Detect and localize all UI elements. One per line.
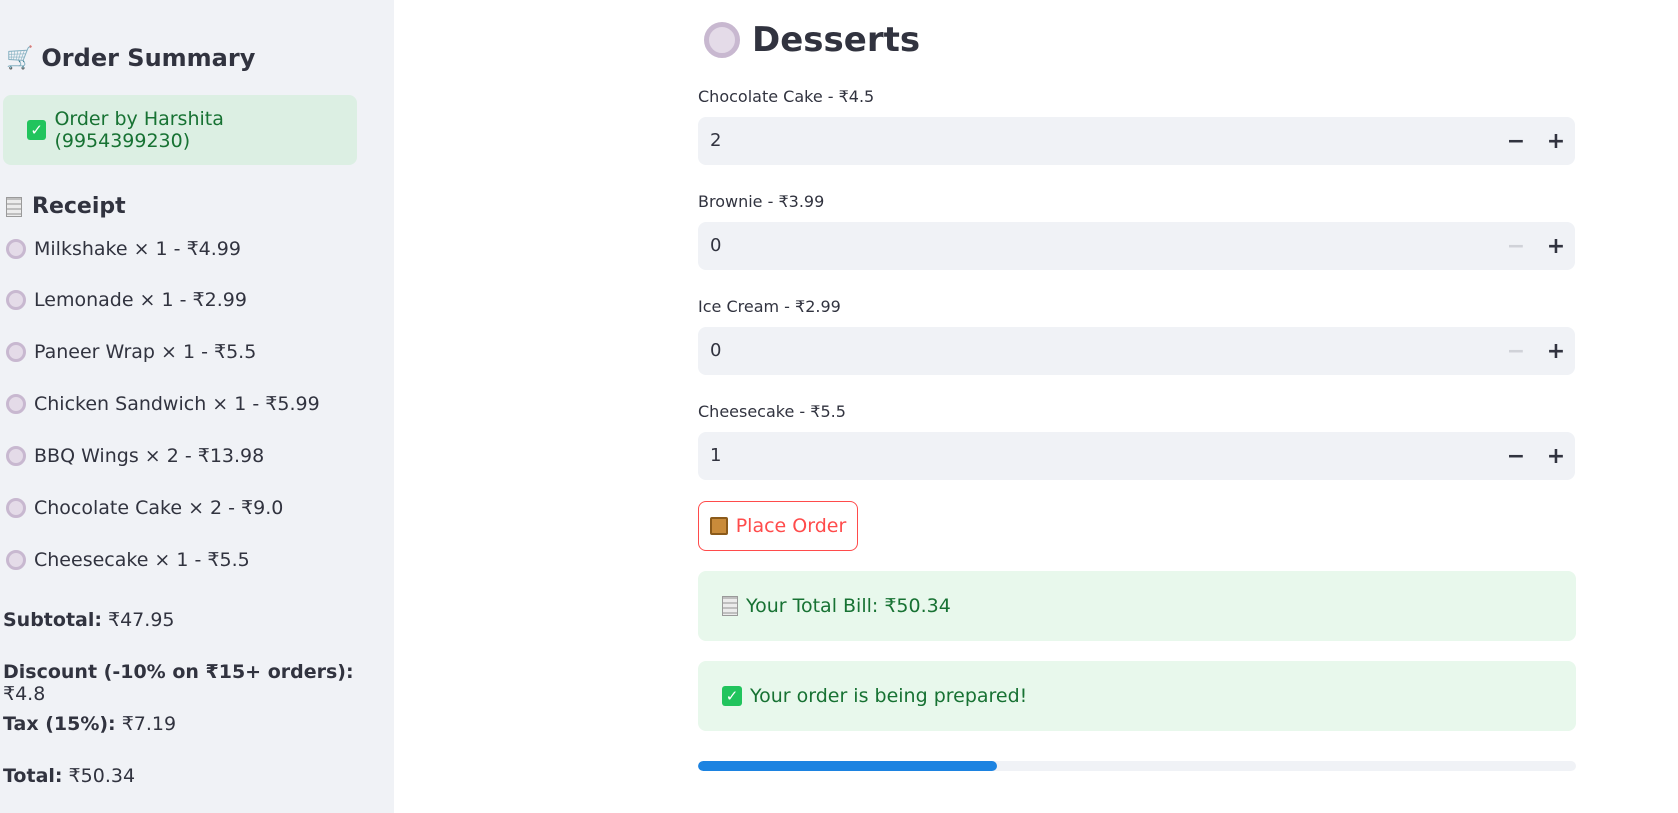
item-label: Brownie - ₹3.99 <box>698 192 825 211</box>
receipt-line: Cheesecake × 1 - ₹5.5 <box>6 549 250 571</box>
plate-icon <box>6 446 26 466</box>
decrement-button[interactable]: − <box>1501 231 1531 261</box>
page-title-text: Desserts <box>752 20 921 60</box>
receipt-line-text: Lemonade × 1 - ₹2.99 <box>34 289 247 311</box>
receipt-title: Receipt <box>32 194 126 219</box>
quantity-value[interactable]: 0 <box>710 235 721 256</box>
increment-button[interactable]: + <box>1541 126 1571 156</box>
check-icon: ✓ <box>722 686 742 706</box>
quantity-stepper[interactable]: 0 − + <box>698 327 1575 375</box>
progress-bar <box>698 761 1576 771</box>
receipt-line: Paneer Wrap × 1 - ₹5.5 <box>6 341 256 363</box>
sidebar: 🛒 Order Summary ✓ Order by Harshita (995… <box>0 0 394 813</box>
tax-label: Tax (15%): <box>3 713 116 735</box>
tax-value: ₹7.19 <box>115 713 177 735</box>
receipt-line-text: Chocolate Cake × 2 - ₹9.0 <box>34 497 284 519</box>
receipt-line-text: Milkshake × 1 - ₹4.99 <box>34 238 241 260</box>
receipt-line: Chocolate Cake × 2 - ₹9.0 <box>6 497 283 519</box>
decrement-button[interactable]: − <box>1501 441 1531 471</box>
total-row: Total: ₹50.34 <box>3 765 135 787</box>
increment-button[interactable]: + <box>1541 231 1571 261</box>
plate-icon <box>6 394 26 414</box>
receipt-icon <box>6 196 22 217</box>
total-bill-text: Your Total Bill: ₹50.34 <box>746 595 951 617</box>
discount-label: Discount (-10% on ₹15+ orders): <box>3 661 354 683</box>
page-title: Desserts <box>704 20 920 60</box>
plate-icon <box>6 498 26 518</box>
plate-icon <box>6 290 26 310</box>
check-icon: ✓ <box>27 120 47 140</box>
plate-icon <box>6 550 26 570</box>
receipt-line-text: Chicken Sandwich × 1 - ₹5.99 <box>34 393 320 415</box>
subtotal-value: ₹47.95 <box>101 609 175 631</box>
progress-fill <box>698 761 997 771</box>
order-status-text: Your order is being prepared! <box>750 685 1028 707</box>
total-value: ₹50.34 <box>62 765 136 787</box>
receipt-line-text: Paneer Wrap × 1 - ₹5.5 <box>34 341 257 363</box>
quantity-value[interactable]: 1 <box>710 445 721 466</box>
shopping-cart-icon: 🛒 <box>6 45 34 71</box>
receipt-line: BBQ Wings × 2 - ₹13.98 <box>6 445 264 467</box>
discount-row: Discount (-10% on ₹15+ orders): ₹4.8 <box>3 661 394 705</box>
quantity-value[interactable]: 2 <box>710 130 721 151</box>
receipt-heading: Receipt <box>6 194 126 219</box>
total-label: Total: <box>3 765 63 787</box>
decrement-button[interactable]: − <box>1501 336 1531 366</box>
place-order-button[interactable]: Place Order <box>698 501 858 551</box>
increment-button[interactable]: + <box>1541 441 1571 471</box>
receipt-line: Chicken Sandwich × 1 - ₹5.99 <box>6 393 320 415</box>
receipt-line: Milkshake × 1 - ₹4.99 <box>6 238 241 260</box>
receipt-icon <box>722 596 738 616</box>
receipt-line: Lemonade × 1 - ₹2.99 <box>6 289 247 311</box>
quantity-stepper[interactable]: 2 − + <box>698 117 1575 165</box>
order-by-text: Order by Harshita (9954399230) <box>54 108 224 152</box>
place-order-label: Place Order <box>735 515 847 537</box>
plate-icon <box>6 342 26 362</box>
order-summary-title: Order Summary <box>41 44 256 72</box>
item-label: Ice Cream - ₹2.99 <box>698 297 841 316</box>
decrement-button[interactable]: − <box>1501 126 1531 156</box>
receipt-line-text: BBQ Wings × 2 - ₹13.98 <box>34 445 265 467</box>
subtotal-label: Subtotal: <box>3 609 102 631</box>
order-summary-heading: 🛒 Order Summary <box>6 44 255 72</box>
total-bill-alert: Your Total Bill: ₹50.34 <box>698 571 1576 641</box>
subtotal-row: Subtotal: ₹47.95 <box>3 609 175 631</box>
item-label: Chocolate Cake - ₹4.5 <box>698 87 875 106</box>
increment-button[interactable]: + <box>1541 336 1571 366</box>
item-label: Cheesecake - ₹5.5 <box>698 402 846 421</box>
discount-value: ₹4.8 <box>3 683 46 705</box>
plate-icon <box>704 22 740 58</box>
quantity-stepper[interactable]: 0 − + <box>698 222 1575 270</box>
order-status-alert: ✓ Your order is being prepared! <box>698 661 1576 731</box>
tax-row: Tax (15%): ₹7.19 <box>3 713 176 735</box>
quantity-value[interactable]: 0 <box>710 340 721 361</box>
order-by-alert: ✓ Order by Harshita (9954399230) <box>3 95 357 165</box>
receipt-line-text: Cheesecake × 1 - ₹5.5 <box>34 549 250 571</box>
package-icon <box>709 517 728 535</box>
quantity-stepper[interactable]: 1 − + <box>698 432 1575 480</box>
plate-icon <box>6 239 26 259</box>
